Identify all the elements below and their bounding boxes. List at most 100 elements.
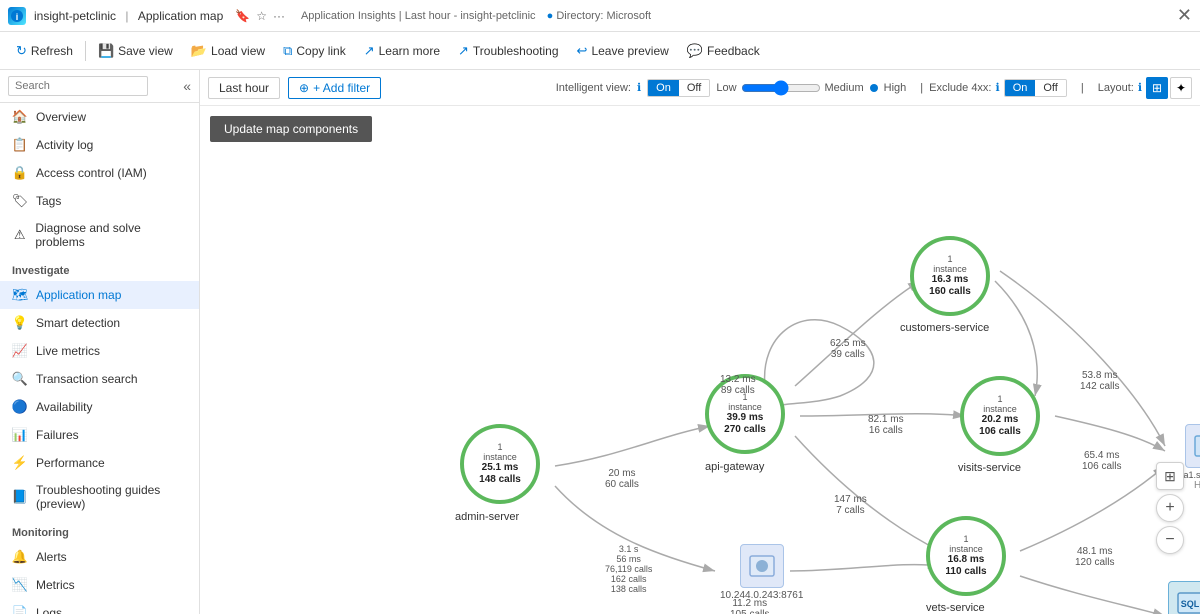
troubleshooting-label: Troubleshooting <box>473 44 559 58</box>
sidebar-item-smart-detection[interactable]: 💡 Smart detection <box>0 309 199 337</box>
info-icon-ex: ℹ <box>996 81 1000 94</box>
iv-off-button[interactable]: Off <box>679 80 709 96</box>
vets-instance-text: instance <box>949 544 983 554</box>
txn-icon: 🔍 <box>12 371 28 387</box>
edge-label-8: 3.1 s56 ms76,119 calls162 calls138 calls <box>605 544 652 594</box>
visits-service-node[interactable]: 1 instance 20.2 ms 106 calls <box>960 376 1040 456</box>
perf-icon: ⚡ <box>12 455 28 471</box>
api-ms-label: 39.9 ms <box>727 412 764 424</box>
vets-service-node[interactable]: 1 instance 16.8 ms 110 calls <box>926 516 1006 596</box>
admin-ms-label: 25.1 ms <box>482 462 519 474</box>
sidebar-item-transaction-search[interactable]: 🔍 Transaction search <box>0 365 199 393</box>
load-icon: 📂 <box>191 43 207 59</box>
exclude-4xx-toggle[interactable]: On Off <box>1004 79 1067 97</box>
learn-more-button[interactable]: ↗ Learn more <box>356 39 448 63</box>
add-filter-button[interactable]: ⊕ + Add filter <box>288 77 381 99</box>
sidebar-tsg-label: Troubleshooting guides (preview) <box>36 483 187 511</box>
intelligent-view-label: Intelligent view: <box>556 82 631 94</box>
internal-service-node[interactable]: 10.244.0.243:8761 <box>720 544 803 601</box>
edge-label-9: 11.2 ms105 calls <box>730 598 769 614</box>
customers-service-node[interactable]: 1 instance 16.3 ms 160 calls <box>910 236 990 316</box>
sidebar-item-alerts[interactable]: 🔔 Alerts <box>0 543 199 571</box>
sidebar-collapse-icon[interactable]: « <box>183 78 191 94</box>
appmap-icon: 🗺 <box>12 287 28 303</box>
sep-layout: | <box>1081 82 1084 94</box>
save-icon: 💾 <box>98 43 114 59</box>
app-logo: i <box>8 7 26 25</box>
troubleshooting-button[interactable]: ↗ Troubleshooting <box>450 39 567 63</box>
sidebar-item-troubleshooting-guides[interactable]: 📘 Troubleshooting guides (preview) <box>0 477 199 517</box>
ex-off-button[interactable]: Off <box>1035 80 1065 96</box>
feedback-button[interactable]: 💬 Feedback <box>679 39 768 63</box>
health-slider[interactable] <box>741 80 821 96</box>
admin-server-node[interactable]: 1 instance 25.1 ms 148 calls <box>460 424 540 504</box>
vets-calls-label: 110 calls <box>945 566 986 578</box>
cust-ms-label: 16.3 ms <box>932 274 969 286</box>
search-input[interactable] <box>8 76 148 96</box>
sql-service-node[interactable]: SQL OTHER SQL <box>1168 581 1200 614</box>
layout-label: Layout: <box>1098 82 1134 94</box>
admin-instance-label: 1 <box>497 442 502 452</box>
edge-label-7: 48.1 ms120 calls <box>1075 546 1114 568</box>
sidebar-item-iam[interactable]: 🔒 Access control (IAM) <box>0 159 199 187</box>
sidebar-item-metrics[interactable]: 📉 Metrics <box>0 571 199 599</box>
slider-low: Low <box>716 82 736 94</box>
sidebar-overview-label: Overview <box>36 110 86 124</box>
sidebar-item-appmap[interactable]: 🗺 Application map <box>0 281 199 309</box>
edge-label-2: 82.1 ms16 calls <box>868 414 904 436</box>
bookmark-icon[interactable]: 🔖 <box>235 9 250 23</box>
live-icon: 📈 <box>12 343 28 359</box>
save-view-button[interactable]: 💾 Save view <box>90 39 181 63</box>
load-view-button[interactable]: 📂 Load view <box>183 39 273 63</box>
layout-radial-button[interactable]: ✦ <box>1170 77 1192 99</box>
iam-icon: 🔒 <box>12 165 28 181</box>
sidebar-item-logs[interactable]: 📄 Logs <box>0 599 199 614</box>
ex-on-button[interactable]: On <box>1005 80 1036 96</box>
directory-label: ● Directory: Microsoft <box>547 10 651 22</box>
copy-icon: ⧉ <box>283 43 292 59</box>
copy-link-button[interactable]: ⧉ Copy link <box>275 39 354 63</box>
sidebar-item-tags[interactable]: 🏷 Tags <box>0 187 199 215</box>
main-toolbar: ↻ Refresh 💾 Save view 📂 Load view ⧉ Copy… <box>0 32 1200 70</box>
refresh-button[interactable]: ↻ Refresh <box>8 39 81 63</box>
visits-service-name: visits-service <box>958 462 1021 474</box>
sidebar-txn-label: Transaction search <box>36 372 138 386</box>
sidebar-item-diagnose[interactable]: ⚠ Diagnose and solve problems <box>0 215 199 255</box>
sidebar-item-performance[interactable]: ⚡ Performance <box>0 449 199 477</box>
customers-service-name: customers-service <box>900 322 989 334</box>
troubleshoot-icon: ↗ <box>458 43 469 59</box>
sidebar-item-overview[interactable]: 🏠 Overview <box>0 103 199 131</box>
last-hour-button[interactable]: Last hour <box>208 77 280 99</box>
edge-label-0: 62.5 ms39 calls <box>830 338 866 360</box>
zoom-in-button[interactable]: + <box>1156 494 1184 522</box>
sidebar-item-activity-log[interactable]: 📋 Activity log <box>0 131 199 159</box>
zoom-grid-button[interactable]: ⊞ <box>1156 462 1184 490</box>
title-bar: i insight-petclinic | Application map 🔖 … <box>0 0 1200 32</box>
sidebar-item-failures[interactable]: 📊 Failures <box>0 421 199 449</box>
sidebar-activity-label: Activity log <box>36 138 93 152</box>
failures-icon: 📊 <box>12 427 28 443</box>
sidebar-item-live-metrics[interactable]: 📈 Live metrics <box>0 337 199 365</box>
more-icon[interactable]: ··· <box>273 9 285 23</box>
update-map-button[interactable]: Update map components <box>210 116 372 142</box>
map-canvas[interactable]: Update map components <box>200 106 1200 614</box>
intelligent-view-toggle[interactable]: On Off <box>647 79 710 97</box>
layout-grid-button[interactable]: ⊞ <box>1146 77 1168 99</box>
overview-icon: 🏠 <box>12 109 28 125</box>
add-filter-plus: ⊕ <box>299 81 309 95</box>
api-instance-text: instance <box>728 402 762 412</box>
sidebar-item-availability[interactable]: 🔵 Availability <box>0 393 199 421</box>
tags-icon: 🏷 <box>12 193 28 209</box>
zoom-out-button[interactable]: − <box>1156 526 1184 554</box>
edge-label-5: 53.8 ms142 calls <box>1080 370 1119 392</box>
feedback-icon: 💬 <box>687 43 703 59</box>
close-button[interactable]: ✕ <box>1177 5 1192 26</box>
iv-on-button[interactable]: On <box>648 80 679 96</box>
edge-label-6: 65.4 ms106 calls <box>1082 450 1121 472</box>
svg-text:SQL: SQL <box>1181 599 1200 609</box>
load-view-label: Load view <box>211 44 265 58</box>
star-icon[interactable]: ☆ <box>256 9 267 23</box>
vets-service-name: vets-service <box>926 602 985 614</box>
leave-preview-button[interactable]: ↩ Leave preview <box>569 39 677 63</box>
edge-label-1: 13.2 ms89 calls <box>720 374 756 396</box>
